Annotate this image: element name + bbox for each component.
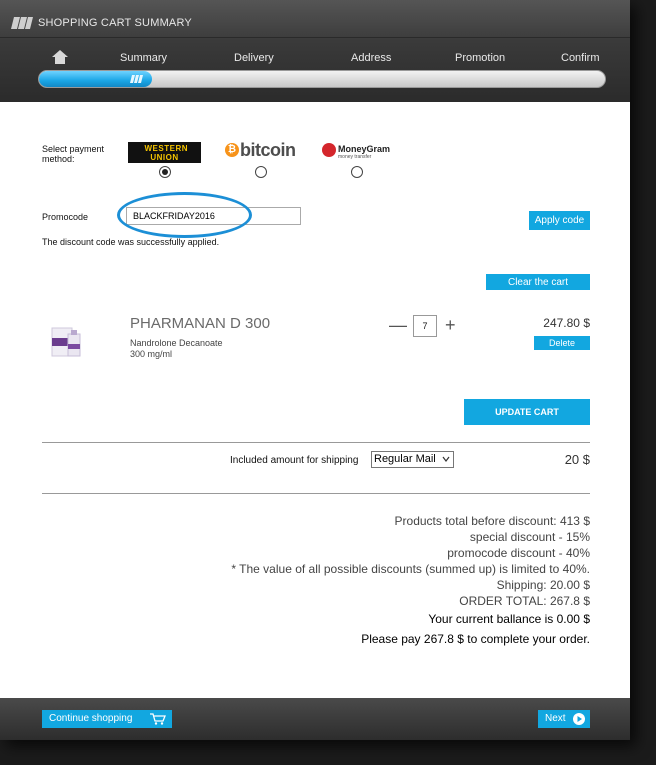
continue-shopping-button[interactable]: Continue shopping bbox=[42, 710, 172, 728]
grip-icon bbox=[130, 75, 144, 83]
promocode-label: Promocode bbox=[42, 212, 89, 222]
cart-icon bbox=[150, 713, 166, 725]
payment-method-label: Select payment method: bbox=[42, 144, 105, 164]
moneygram-icon bbox=[322, 143, 336, 157]
header-bar: SHOPPING CART SUMMARY Summary Delivery A… bbox=[0, 0, 630, 102]
checkout-steps: Summary Delivery Address Promotion Confi… bbox=[0, 52, 630, 66]
please-pay-message: Please pay 267.8 $ to complete your orde… bbox=[361, 632, 590, 646]
shipping-amount: 20 $ bbox=[564, 452, 590, 467]
bitcoin-icon: ₿ bbox=[225, 143, 239, 157]
promocode-input[interactable] bbox=[126, 207, 301, 225]
increase-quantity-button[interactable]: + bbox=[445, 316, 456, 334]
moneygram-text: MoneyGram bbox=[338, 144, 391, 154]
order-summary: Products total before discount: 413 $ sp… bbox=[231, 513, 590, 649]
shipping-label: Included amount for shipping bbox=[230, 455, 359, 466]
bitcoin-text: bitcoin bbox=[240, 140, 296, 160]
radio-moneygram[interactable] bbox=[351, 166, 363, 178]
update-cart-button[interactable]: UPDATE CART bbox=[464, 399, 590, 425]
title-row: SHOPPING CART SUMMARY bbox=[0, 0, 630, 38]
step-confirm[interactable]: Confirm bbox=[561, 52, 600, 64]
product-image bbox=[51, 327, 81, 357]
moneygram-subtext: money transfer bbox=[338, 154, 372, 160]
shipping-method-select[interactable]: Regular Mail bbox=[371, 451, 454, 468]
promo-success-message: The discount code was successfully appli… bbox=[42, 237, 220, 247]
bitcoin-logo: ₿ bitcoin bbox=[222, 140, 302, 162]
step-address[interactable]: Address bbox=[351, 52, 391, 64]
western-union-text: WESTERN UNION bbox=[144, 144, 188, 162]
product-name[interactable]: PHARMANAN D 300 bbox=[130, 315, 270, 332]
shipping-method-value: Regular Mail bbox=[374, 453, 436, 465]
quantity-field[interactable]: 7 bbox=[413, 315, 437, 337]
products-total: Products total before discount: 413 $ bbox=[394, 514, 590, 528]
next-button[interactable]: Next bbox=[538, 710, 590, 728]
cart-window: SHOPPING CART SUMMARY Summary Delivery A… bbox=[0, 0, 630, 740]
promocode-discount: promocode discount - 40% bbox=[447, 546, 590, 560]
clear-cart-button[interactable]: Clear the cart bbox=[486, 274, 590, 290]
decrease-quantity-button[interactable]: — bbox=[389, 316, 407, 334]
product-substance: Nandrolone Decanoate bbox=[130, 338, 223, 348]
logo-icon bbox=[11, 17, 33, 29]
item-price: 247.80 $ bbox=[543, 316, 590, 330]
apply-code-button[interactable]: Apply code bbox=[529, 211, 590, 230]
chevron-down-icon bbox=[442, 456, 450, 462]
step-promotion[interactable]: Promotion bbox=[455, 52, 505, 64]
continue-shopping-label: Continue shopping bbox=[49, 713, 133, 724]
special-discount: special discount - 15% bbox=[469, 530, 590, 544]
divider bbox=[42, 493, 590, 494]
divider bbox=[42, 442, 590, 443]
current-balance: Your current ballance is 0.00 $ bbox=[428, 612, 590, 626]
progress-fill bbox=[39, 71, 153, 87]
step-delivery[interactable]: Delivery bbox=[234, 52, 274, 64]
step-summary[interactable]: Summary bbox=[120, 52, 167, 64]
radio-bitcoin[interactable] bbox=[255, 166, 267, 178]
arrow-right-circle-icon bbox=[573, 713, 585, 725]
moneygram-logo: MoneyGram money transfer bbox=[320, 141, 400, 163]
product-details: Nandrolone Decanoate 300 mg/ml bbox=[130, 338, 223, 360]
page-title: SHOPPING CART SUMMARY bbox=[38, 17, 192, 29]
progress-bar bbox=[38, 70, 606, 88]
next-label: Next bbox=[545, 713, 566, 724]
western-union-logo: WESTERN UNION bbox=[128, 142, 201, 163]
footer-bar: Continue shopping Next bbox=[0, 698, 630, 740]
product-dosage: 300 mg/ml bbox=[130, 349, 173, 359]
order-total: ORDER TOTAL: 267.8 $ bbox=[459, 594, 590, 608]
discount-limit-note: * The value of all possible discounts (s… bbox=[231, 562, 590, 576]
shipping-cost: Shipping: 20.00 $ bbox=[496, 578, 590, 592]
radio-western-union[interactable] bbox=[159, 166, 171, 178]
delete-item-button[interactable]: Delete bbox=[534, 336, 590, 350]
